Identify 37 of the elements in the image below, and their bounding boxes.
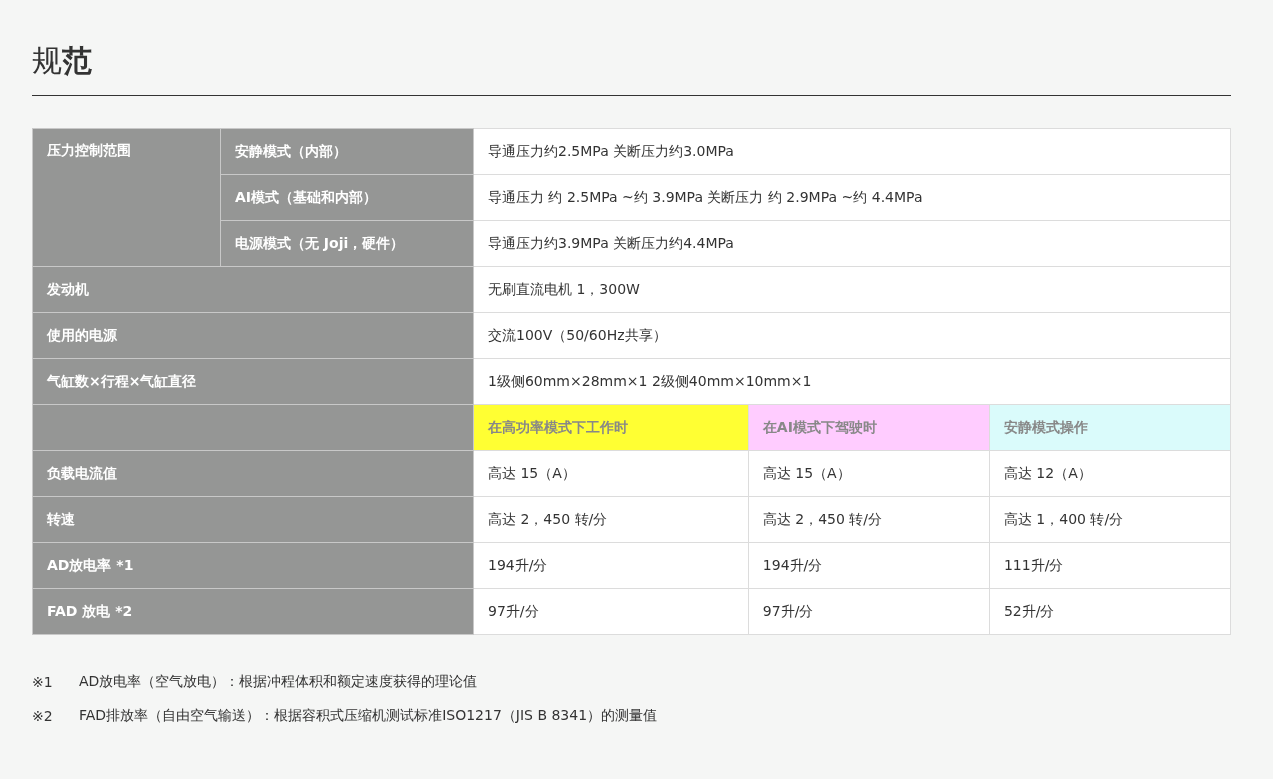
row-header: 转速 — [32, 496, 474, 543]
footnote-text: AD放电率（空气放电）：根据冲程体积和额定速度获得的理论值 — [79, 673, 478, 691]
row-header: FAD 放电 *2 — [32, 588, 474, 635]
table-cell: 52升/分 — [989, 588, 1231, 635]
row-header: AD放电率 *1 — [32, 542, 474, 589]
table-cell: 111升/分 — [989, 542, 1231, 589]
table-cell: 高达 12（A） — [989, 450, 1231, 497]
table-cell: 97升/分 — [748, 588, 990, 635]
page-title: 规范 — [32, 42, 92, 80]
row-header: 电源模式（无 Joji，硬件） — [220, 220, 474, 267]
table-cell: 194升/分 — [748, 542, 990, 589]
table-cell: 高达 15（A） — [473, 450, 749, 497]
column-header: 在高功率模式下工作时 — [473, 404, 749, 451]
table-cell: 高达 2，450 转/分 — [748, 496, 990, 543]
row-header: 压力控制范围 — [32, 128, 221, 267]
table-cell: 无刷直流电机 1，300W — [473, 266, 1231, 313]
table-cell: 194升/分 — [473, 542, 749, 589]
table-cell: 97升/分 — [473, 588, 749, 635]
row-header: 负载电流值 — [32, 450, 474, 497]
row-header: 气缸数×行程×气缸直径 — [32, 358, 474, 405]
footnote-mark: ※1 — [32, 674, 54, 690]
table-cell: 导通压力 约 2.5MPa ~约 3.9MPa 关断压力 约 2.9MPa ~约 4.4MPa — [473, 174, 1231, 221]
row-header: 发动机 — [32, 266, 474, 313]
row-header: 安静模式（内部） — [220, 128, 474, 175]
table-cell: 高达 1，400 转/分 — [989, 496, 1231, 543]
row-header: 使用的电源 — [32, 312, 474, 359]
row-header: AI模式（基础和内部） — [220, 174, 474, 221]
column-header: 在AI模式下驾驶时 — [748, 404, 990, 451]
column-header: 安静模式操作 — [989, 404, 1231, 451]
table-cell: 导通压力约2.5MPa 关断压力约3.0MPa — [473, 128, 1231, 175]
table-cell: 高达 2，450 转/分 — [473, 496, 749, 543]
table-cell: 交流100V（50/60Hz共享） — [473, 312, 1231, 359]
footnote-text: FAD排放率（自由空气输送）：根据容积式压缩机测试标准ISO1217（JIS B 8341）的测量值 — [79, 707, 658, 725]
footnote-mark: ※2 — [32, 708, 54, 724]
table-cell: 导通压力约3.9MPa 关断压力约4.4MPa — [473, 220, 1231, 267]
table-cell: 高达 15（A） — [748, 450, 990, 497]
table-cell: 1级侧60mm×28mm×1 2级侧40mm×10mm×1 — [473, 358, 1231, 405]
